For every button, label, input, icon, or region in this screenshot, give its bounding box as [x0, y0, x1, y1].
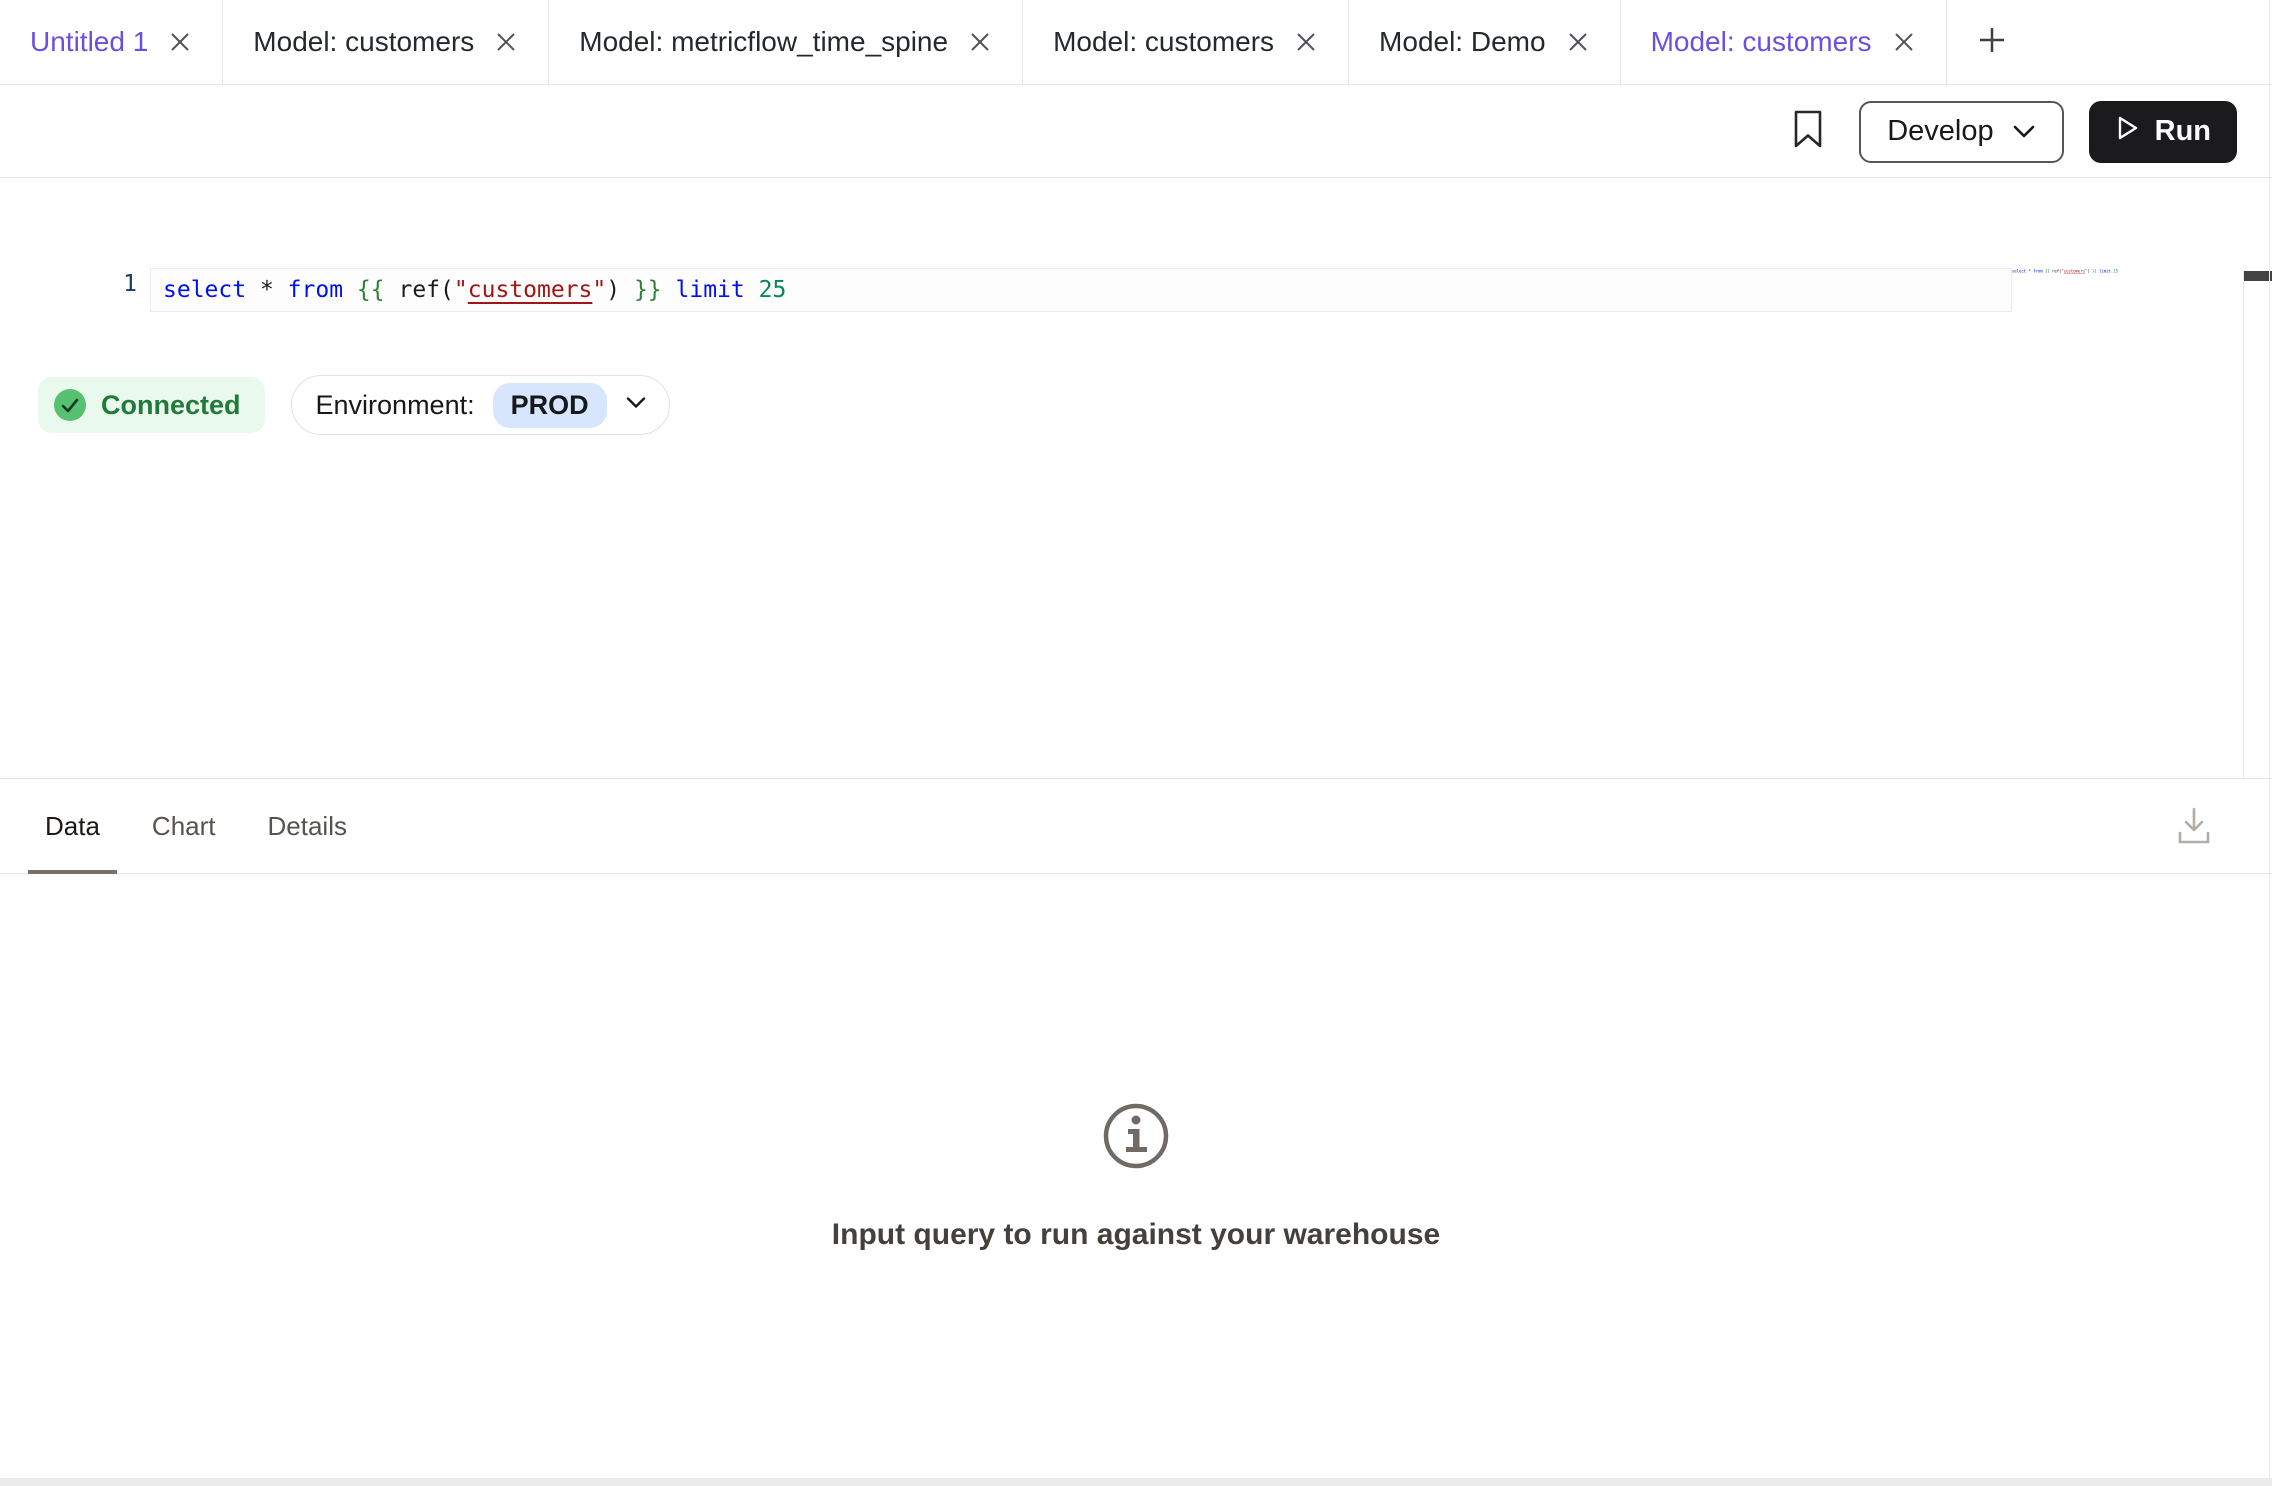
chevron-down-icon: [625, 396, 647, 415]
open-tabs: Untitled 1 Model: customers Model: metricf…: [0, 0, 1947, 84]
run-button-label: Run: [2155, 115, 2211, 148]
tab-label: Model: metricflow_time_spine: [579, 26, 948, 58]
code-token: ": [592, 277, 606, 303]
code-token: limit: [2099, 269, 2111, 273]
close-icon[interactable]: [1892, 30, 1916, 54]
environment-selector[interactable]: Environment: PROD: [291, 375, 670, 435]
close-icon[interactable]: [494, 30, 518, 54]
toolbar: Develop Run: [0, 86, 2272, 178]
code-token: [343, 277, 357, 303]
results-tab-list: DataChartDetails: [28, 779, 382, 873]
code-token: ref: [398, 277, 440, 303]
environment-value-badge: PROD: [493, 383, 607, 428]
chevron-down-icon: [2012, 115, 2036, 148]
close-icon[interactable]: [168, 30, 192, 54]
bookmark-button[interactable]: [1793, 109, 1823, 154]
sql-editor[interactable]: Connected Environment: PROD 1 select * f…: [0, 179, 2272, 778]
code-token: limit: [676, 277, 745, 303]
code-token: 25: [759, 277, 787, 303]
code-token: from: [2033, 269, 2042, 273]
close-icon[interactable]: [1294, 30, 1318, 54]
editor-minimap[interactable]: select * from {{ ref("customers") }} lim…: [2012, 269, 2122, 289]
code-token: [385, 277, 399, 303]
scrollbar-thumb[interactable]: [2244, 271, 2272, 281]
code-token: from: [288, 277, 343, 303]
code-token: [246, 277, 260, 303]
code-token: [620, 277, 634, 303]
close-icon[interactable]: [1566, 30, 1590, 54]
tab-label: Model: customers: [253, 26, 474, 58]
code-token: select: [2012, 269, 2026, 273]
results-panel-tabs: DataChartDetails: [0, 778, 2272, 874]
tab-model-metricflow-time-spine[interactable]: Model: metricflow_time_spine: [549, 0, 1023, 84]
code-token: {{: [357, 277, 385, 303]
editor-scrollbar[interactable]: [2243, 271, 2272, 778]
tab-model-customers[interactable]: Model: customers: [223, 0, 549, 84]
develop-button[interactable]: Develop: [1859, 101, 2063, 163]
bottom-edge: [0, 1478, 2272, 1486]
code-token: 25: [2113, 269, 2118, 273]
tab-bar: Untitled 1 Model: customers Model: metricf…: [0, 0, 2272, 85]
results-empty-state: Input query to run against your warehous…: [0, 875, 2272, 1478]
connection-status-label: Connected: [101, 390, 241, 421]
code-token: customers: [2064, 269, 2085, 273]
run-button[interactable]: Run: [2089, 101, 2237, 163]
code-line[interactable]: select * from {{ ref("customers") }} lim…: [163, 271, 786, 309]
minimap-code: select * from {{ ref("customers") }} lim…: [2012, 269, 2031, 273]
line-number: 1: [60, 271, 137, 297]
code-token: (: [440, 277, 454, 303]
status-row: Connected Environment: PROD: [38, 375, 670, 435]
tab-label: Model: customers: [1053, 26, 1274, 58]
new-tab-button[interactable]: [1947, 0, 2037, 84]
connection-status-badge: Connected: [38, 377, 265, 433]
code-token: select: [163, 277, 246, 303]
close-icon[interactable]: [968, 30, 992, 54]
panel-tab-chart[interactable]: Chart: [135, 779, 233, 873]
code-token: ": [454, 277, 468, 303]
tab-model-customers[interactable]: Model: customers: [1023, 0, 1349, 84]
download-button[interactable]: [2173, 803, 2215, 854]
tab-model-customers[interactable]: Model: customers: [1621, 0, 1947, 84]
download-icon: [2173, 836, 2215, 853]
code-token: [745, 277, 759, 303]
tab-label: Model: customers: [1651, 26, 1872, 58]
code-token: *: [260, 277, 274, 303]
panel-tab-data[interactable]: Data: [28, 779, 117, 873]
code-token: ): [606, 277, 620, 303]
tab-untitled-1[interactable]: Untitled 1: [0, 0, 223, 84]
code-token: [662, 277, 676, 303]
info-icon: [1101, 1101, 1171, 1176]
tab-label: Untitled 1: [30, 26, 148, 58]
code-token: }}: [634, 277, 662, 303]
empty-state-message: Input query to run against your warehous…: [832, 1218, 1440, 1252]
tab-label: Model: Demo: [1379, 26, 1546, 58]
play-icon: [2115, 114, 2141, 150]
panel-tab-details[interactable]: Details: [251, 779, 364, 873]
code-token: ref: [2052, 269, 2059, 273]
bookmark-icon: [1793, 109, 1823, 154]
plus-icon: [1977, 25, 2007, 60]
tab-model-demo[interactable]: Model: Demo: [1349, 0, 1621, 84]
develop-button-label: Develop: [1887, 115, 1993, 148]
code-token: [274, 277, 288, 303]
code-token: customers: [468, 277, 593, 303]
page-scrollbar-track: [2269, 0, 2270, 1478]
environment-label: Environment:: [316, 390, 475, 421]
check-icon: [54, 389, 86, 421]
